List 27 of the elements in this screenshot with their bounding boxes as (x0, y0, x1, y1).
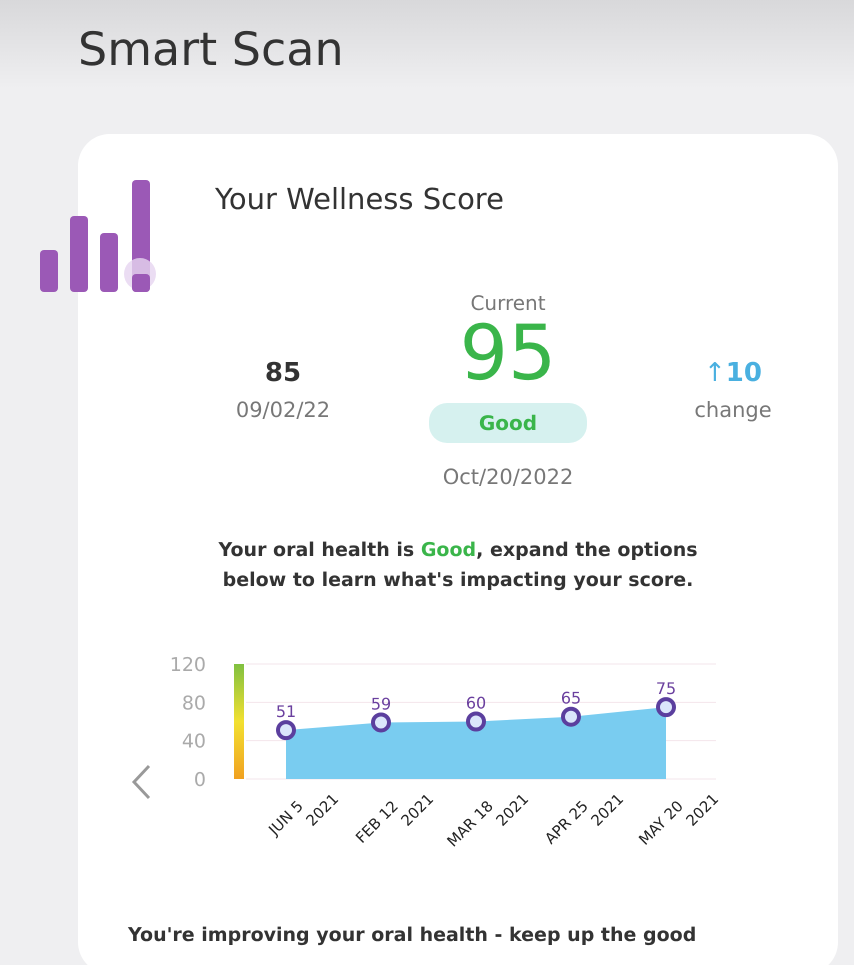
data-label: 51 (276, 702, 296, 721)
data-point (371, 712, 391, 732)
rating-badge: Good (428, 403, 588, 443)
y-tick-label: 40 (182, 730, 206, 752)
data-label: 65 (560, 688, 582, 708)
card-title: Your Wellness Score (214, 181, 505, 216)
y-tick-label: 80 (182, 692, 206, 714)
chevron-left-icon[interactable] (130, 764, 152, 800)
progress-message: You're improving your oral health - keep up the good (127, 924, 698, 946)
current-date: Oct/20/2022 (442, 465, 574, 489)
score-message: Your oral health is Good, expand the options below to learn what's impacting your score. (217, 538, 699, 594)
change-label: change (693, 398, 773, 422)
data-label: 60 (466, 693, 486, 712)
data-point (561, 706, 581, 726)
y-tick-label: 0 (194, 768, 206, 791)
current-label: Current (470, 291, 546, 315)
y-tick-label: 120 (170, 654, 206, 676)
data-point (276, 720, 296, 740)
data-label: 75 (656, 678, 676, 698)
previous-date: 09/02/22 (234, 398, 332, 422)
page-title: Smart Scan (78, 21, 345, 78)
current-score: 95 (460, 315, 556, 391)
data-point (466, 711, 486, 732)
score-change: ↑10 (703, 358, 763, 388)
previous-score: 85 (264, 358, 302, 388)
data-label: 59 (370, 694, 392, 714)
data-point (656, 696, 676, 717)
